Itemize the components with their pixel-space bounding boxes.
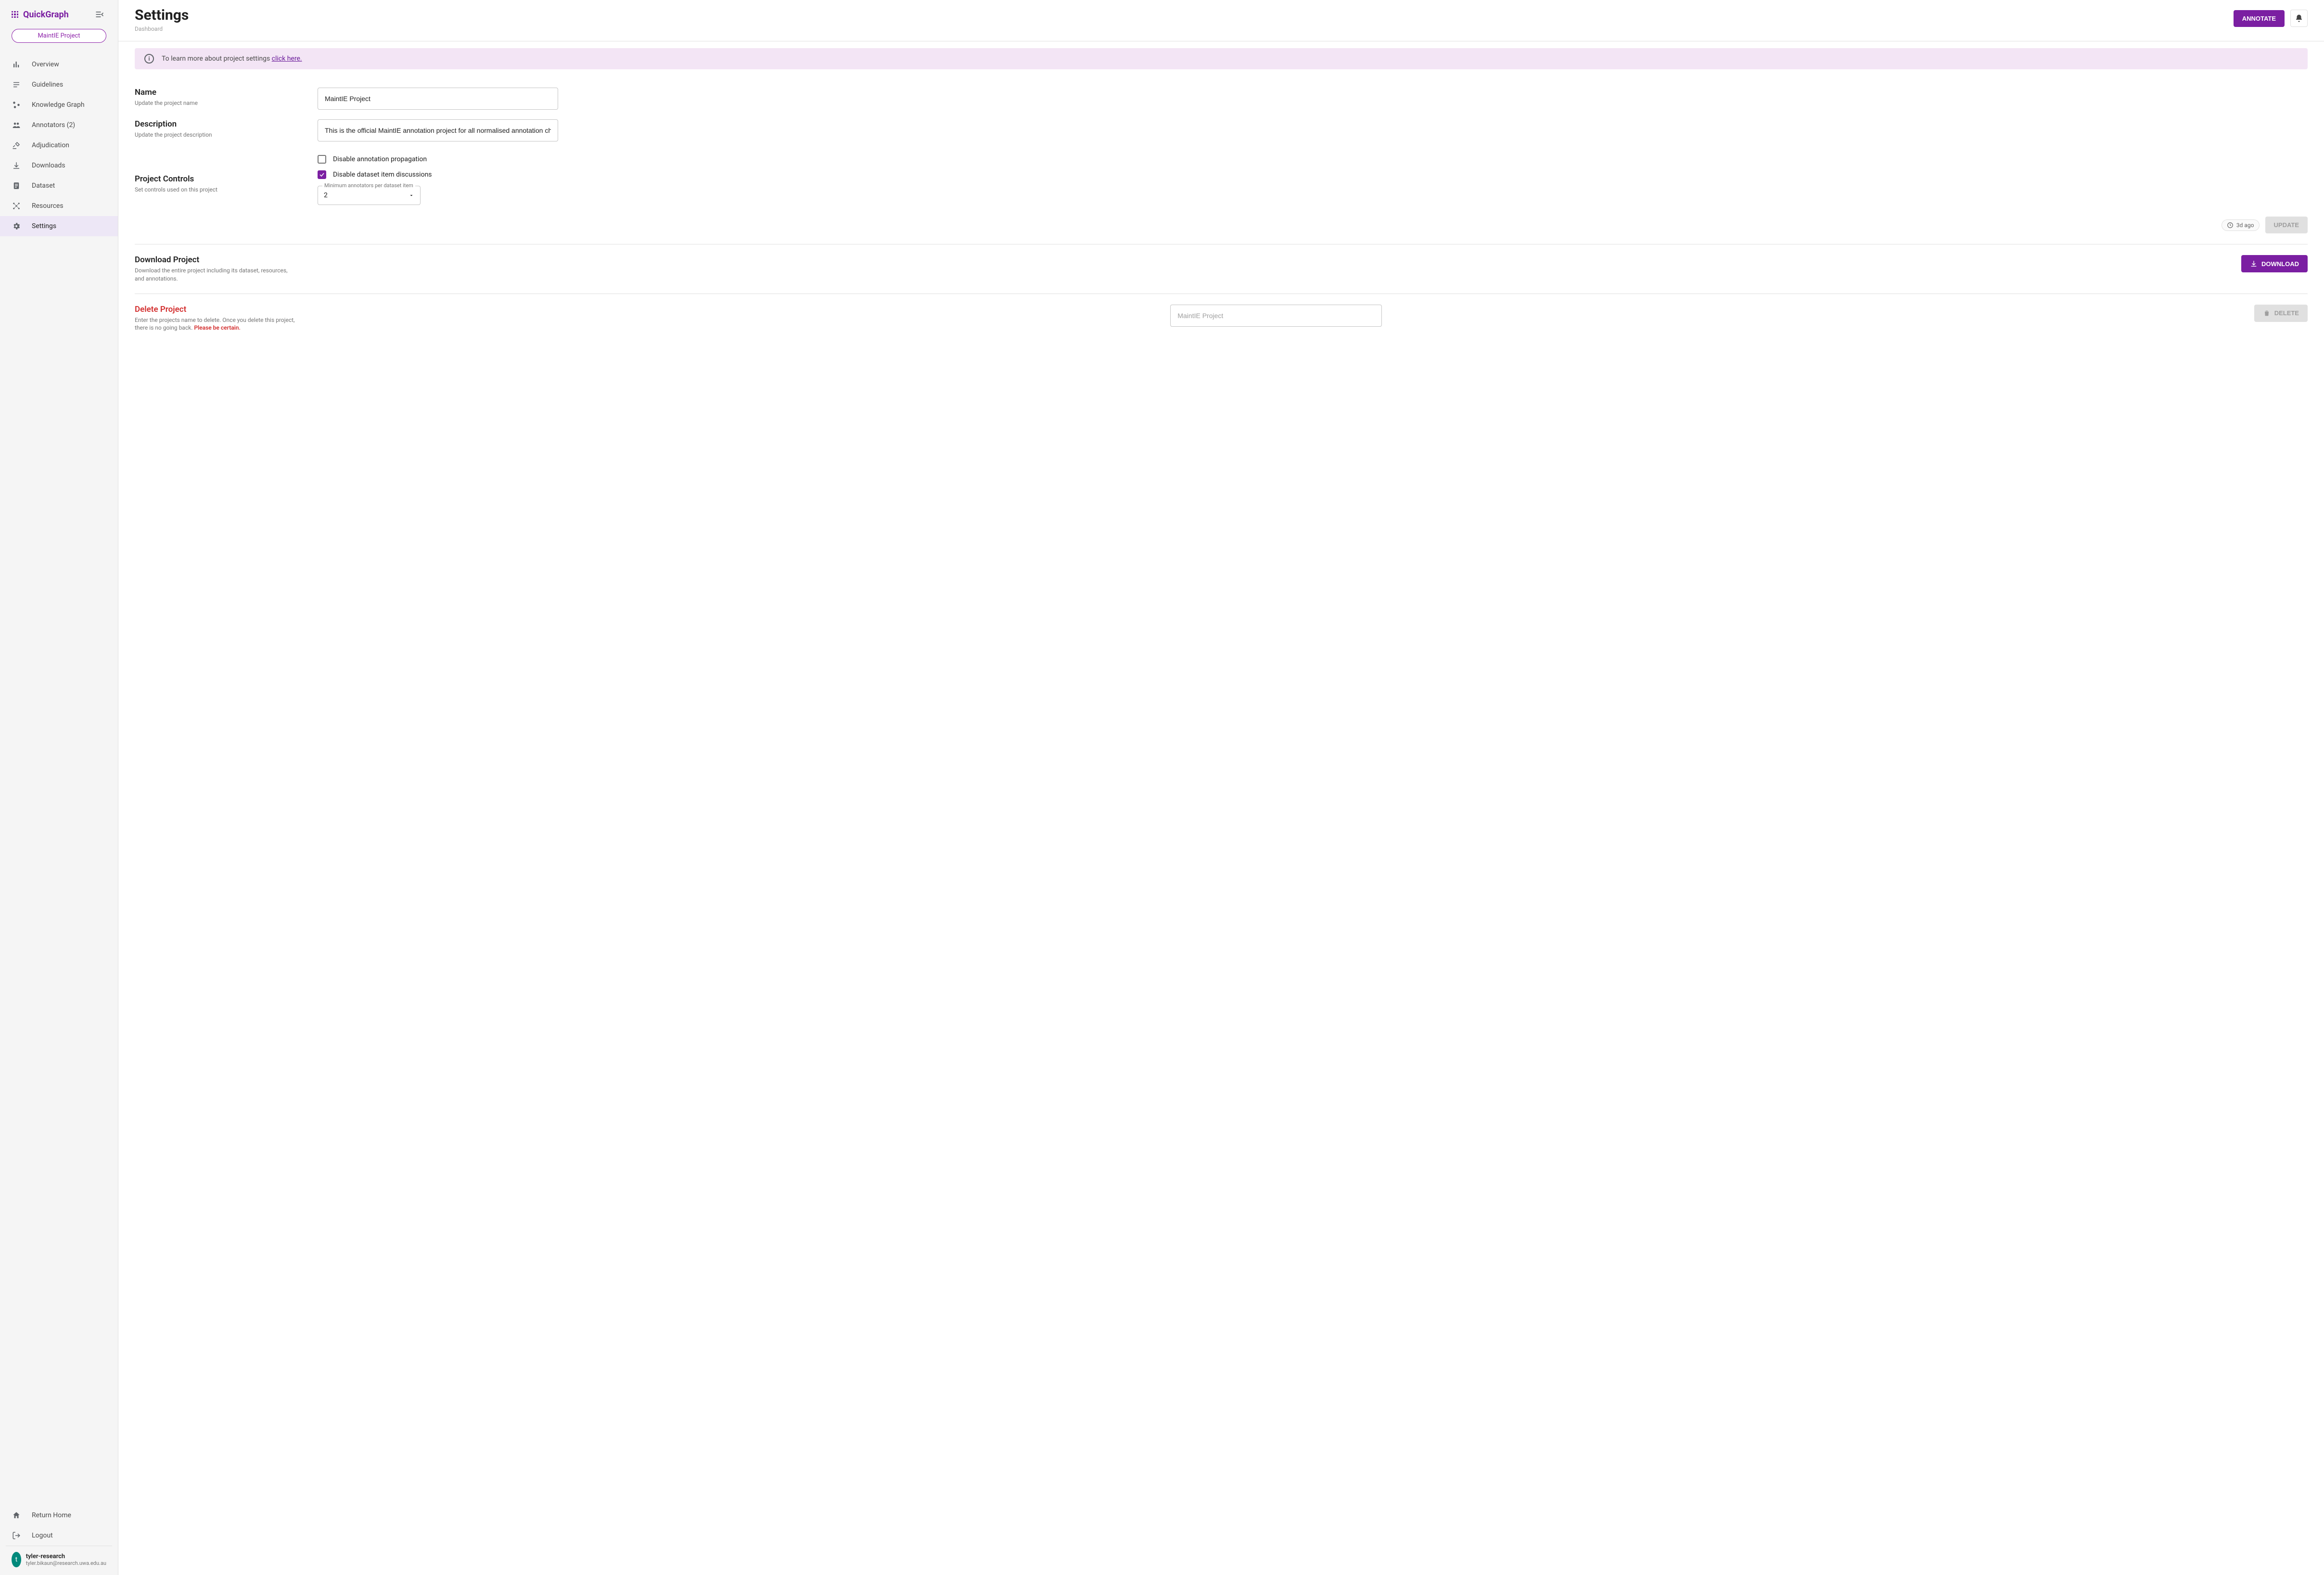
breadcrumb[interactable]: Dashboard xyxy=(135,26,189,32)
sidebar-item-label: Logout xyxy=(32,1532,53,1539)
section-download-title: Download Project xyxy=(135,255,298,265)
collapse-sidebar-button[interactable] xyxy=(93,8,106,21)
project-name-input[interactable] xyxy=(318,88,558,110)
banner-text: To learn more about project settings xyxy=(162,55,272,63)
checkbox-checked-icon xyxy=(318,170,326,179)
sidebar-item-settings[interactable]: Settings xyxy=(0,216,118,236)
topbar: Settings Dashboard ANNOTATE xyxy=(118,0,2324,41)
section-controls-subtitle: Set controls used on this project xyxy=(135,186,298,194)
user-email: tyler.bikaun@research.uwa.edu.au xyxy=(26,1560,106,1566)
hub-icon xyxy=(12,201,21,211)
min-annotators-select[interactable]: Minimum annotators per dataset item 2 xyxy=(318,186,421,205)
people-icon xyxy=(12,120,21,130)
sidebar-item-dataset[interactable]: Dataset xyxy=(0,176,118,196)
user-name: tyler-research xyxy=(26,1553,106,1560)
project-description-input[interactable] xyxy=(318,119,558,141)
sidebar-item-label: Guidelines xyxy=(32,81,63,89)
bar-chart-icon xyxy=(12,60,21,69)
checkbox-label: Disable dataset item discussions xyxy=(333,171,432,179)
section-name-subtitle: Update the project name xyxy=(135,99,298,107)
apps-icon xyxy=(12,11,18,18)
list-icon xyxy=(12,80,21,90)
sidebar-item-label: Adjudication xyxy=(32,141,69,149)
checkbox-unchecked-icon xyxy=(318,155,326,164)
sidebar-item-adjudication[interactable]: Adjudication xyxy=(0,135,118,155)
delete-confirm-input[interactable] xyxy=(1170,305,1382,327)
section-controls-title: Project Controls xyxy=(135,174,298,184)
graph-icon xyxy=(12,100,21,110)
sidebar-item-label: Return Home xyxy=(32,1511,71,1519)
document-icon xyxy=(12,181,21,191)
last-updated-chip: 3d ago xyxy=(2222,219,2260,231)
sidebar: QuickGraph MaintIE Project Overview Guid… xyxy=(0,0,118,1575)
section-description-title: Description xyxy=(135,119,298,129)
avatar: t xyxy=(12,1552,21,1567)
update-button[interactable]: UPDATE xyxy=(2265,217,2308,233)
section-delete-subtitle: Enter the projects name to delete. Once … xyxy=(135,316,298,333)
sidebar-item-logout[interactable]: Logout xyxy=(0,1525,118,1546)
info-banner: i To learn more about project settings c… xyxy=(135,48,2308,69)
download-button[interactable]: DOWNLOAD xyxy=(2241,255,2308,272)
download-icon xyxy=(2250,260,2258,268)
section-download-subtitle: Download the entire project including it… xyxy=(135,267,298,283)
sidebar-item-label: Overview xyxy=(32,61,59,68)
logout-icon xyxy=(12,1531,21,1540)
sidebar-item-label: Annotators (2) xyxy=(32,121,75,129)
sidebar-item-guidelines[interactable]: Guidelines xyxy=(0,75,118,95)
page-title: Settings xyxy=(135,7,189,24)
checkbox-disable-propagation[interactable]: Disable annotation propagation xyxy=(318,155,2308,164)
delete-button[interactable]: DELETE xyxy=(2254,305,2308,322)
select-value: 2 xyxy=(324,192,328,199)
sidebar-item-knowledge-graph[interactable]: Knowledge Graph xyxy=(0,95,118,115)
chevron-down-icon xyxy=(409,192,414,198)
menu-collapse-icon xyxy=(95,10,104,19)
app-logo[interactable]: QuickGraph xyxy=(12,10,69,20)
checkbox-disable-discussions[interactable]: Disable dataset item discussions xyxy=(318,170,2308,179)
sidebar-item-label: Knowledge Graph xyxy=(32,101,85,109)
banner-link[interactable]: click here. xyxy=(272,55,302,63)
annotate-button[interactable]: ANNOTATE xyxy=(2234,10,2285,27)
main-content: Settings Dashboard ANNOTATE i To learn m… xyxy=(118,0,2324,1575)
gear-icon xyxy=(12,221,21,231)
home-icon xyxy=(12,1511,21,1520)
section-description-subtitle: Update the project description xyxy=(135,131,298,139)
clock-icon xyxy=(2227,222,2234,229)
user-profile[interactable]: t tyler-research tyler.bikaun@research.u… xyxy=(6,1546,112,1567)
section-delete-title: Delete Project xyxy=(135,305,298,314)
gavel-icon xyxy=(12,141,21,150)
sidebar-item-label: Dataset xyxy=(32,182,55,190)
sidebar-item-label: Downloads xyxy=(32,162,65,169)
info-icon: i xyxy=(144,54,154,64)
section-name-title: Name xyxy=(135,88,298,97)
trash-icon xyxy=(2263,309,2271,317)
checkbox-label: Disable annotation propagation xyxy=(333,155,427,163)
sidebar-nav: Overview Guidelines Knowledge Graph Anno… xyxy=(0,51,118,1501)
sidebar-item-downloads[interactable]: Downloads xyxy=(0,155,118,176)
bell-icon xyxy=(2295,14,2303,23)
sidebar-item-overview[interactable]: Overview xyxy=(0,54,118,75)
sidebar-item-label: Settings xyxy=(32,222,56,230)
sidebar-item-label: Resources xyxy=(32,202,64,210)
app-name: QuickGraph xyxy=(23,10,69,20)
notifications-button[interactable] xyxy=(2290,10,2308,27)
sidebar-item-resources[interactable]: Resources xyxy=(0,196,118,216)
select-label: Minimum annotators per dataset item xyxy=(322,182,415,189)
sidebar-item-return-home[interactable]: Return Home xyxy=(0,1505,118,1525)
download-icon xyxy=(12,161,21,170)
sidebar-item-annotators[interactable]: Annotators (2) xyxy=(0,115,118,135)
project-chip[interactable]: MaintIE Project xyxy=(12,29,106,43)
